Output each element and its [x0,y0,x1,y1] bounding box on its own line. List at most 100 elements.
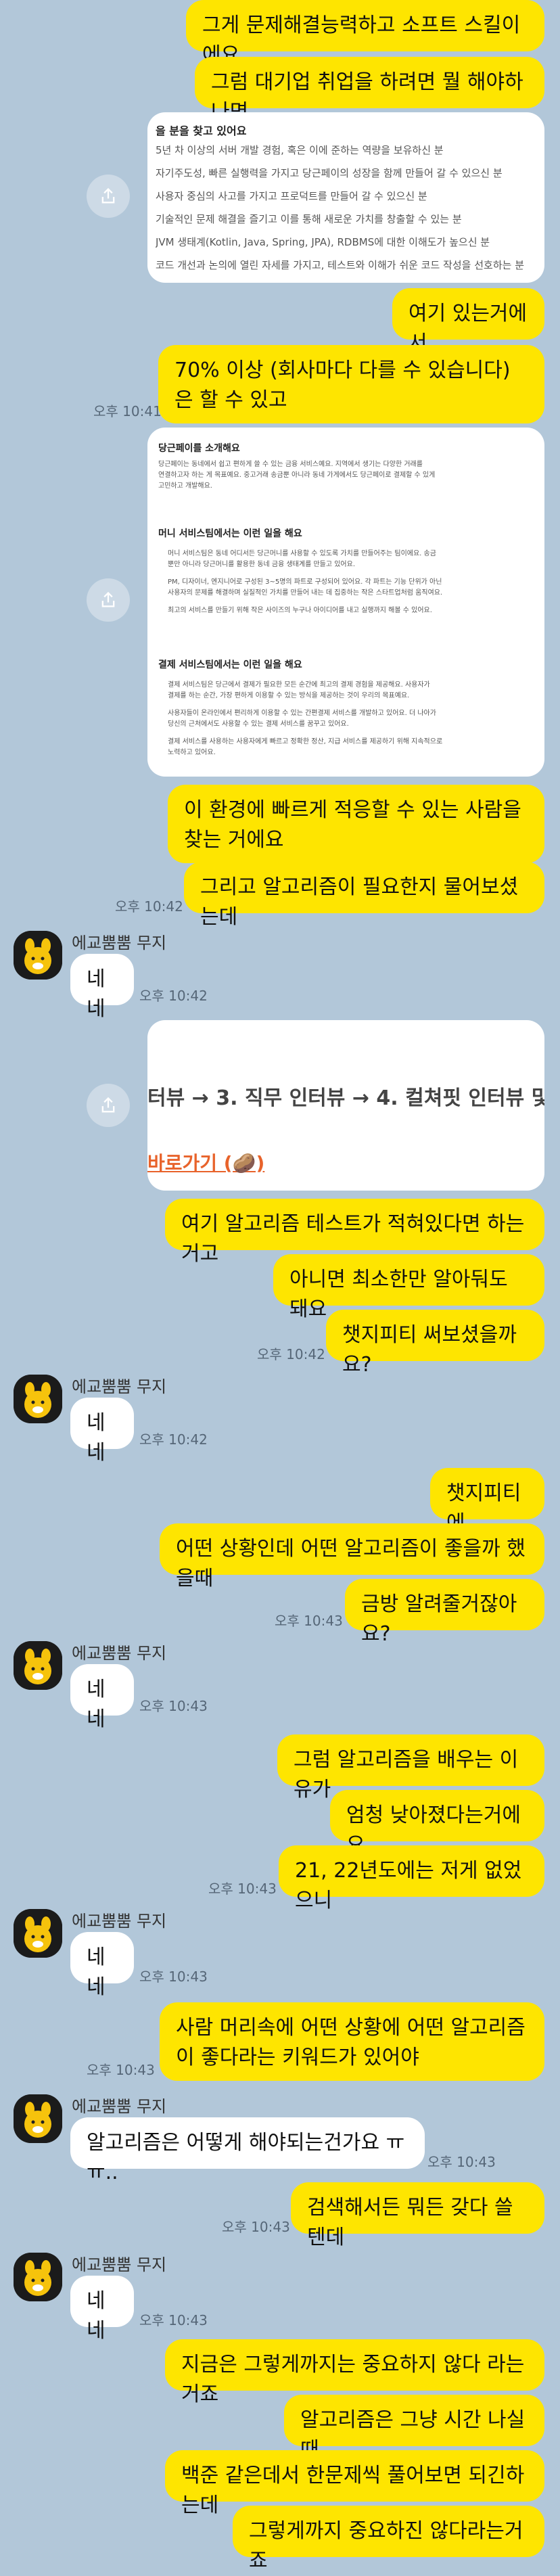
message-text: 네네 [87,967,106,1021]
muzi-avatar[interactable] [14,931,62,980]
timestamp: 오후 10:43 [427,2154,496,2170]
muzi-avatar-icon [14,931,62,980]
timestamp: 오후 10:42 [139,1431,208,1448]
message-text: 그리고 알고리즘이 필요한지 물어보셨는데 [200,875,519,929]
link-preview-card[interactable]: 당근페이를 소개해요 당근페이는 동네에서 쉽고 편하게 쓸 수 있는 금융 서… [147,428,544,777]
timestamp: 오후 10:43 [139,1969,208,1985]
message-bubble-mine[interactable]: 챗지피티 써보셨을까요? [326,1310,544,1377]
timestamp: 오후 10:43 [208,1881,277,1897]
message-bubble-mine[interactable]: 검색해서든 뭐든 갖다 쓸텐데 [291,2182,544,2249]
message-bubble-mine[interactable]: 지금은 그렇게까지는 중요하지 않다 라는거죠 [165,2339,544,2406]
muzi-avatar[interactable] [14,1909,62,1958]
message-text: 금방 알려줄거잖아요? [361,1592,517,1646]
card-line: 결제 서비스를 사용하는 사용자에게 빠르고 정확한 정산, 지급 서비스를 제… [168,738,443,745]
card-line: 5년 차 이상의 서버 개발 경험, 혹은 이에 준하는 역량을 보유하신 분 [156,144,444,156]
link-preview-card[interactable]: 을 분을 찾고 있어요 5년 차 이상의 서버 개발 경험, 혹은 이에 준하는… [147,112,544,283]
share-icon [101,1097,115,1113]
muzi-avatar-icon [14,2094,62,2143]
message-bubble-mine[interactable]: 엄청 낮아졌다는거에요 [330,1790,544,1857]
card-title: 당근페이를 소개해요 [158,443,240,454]
message-bubble-mine[interactable]: 21, 22년도에는 저게 없었으니 [279,1845,544,1912]
share-button[interactable] [87,1084,130,1127]
message-text: 21, 22년도에는 저게 없었으니 [295,1859,522,1912]
link-preview-card[interactable]: 터뷰 → 3. 직무 인터뷰 → 4. 컬쳐핏 인터뷰 및 레퍼 바로가기 (🥔… [147,1020,544,1191]
message-text: 알고리즘은 어떻게 해야되는건가요 ㅠㅠ.. [87,2131,405,2184]
message-bubble-mine[interactable]: 백준 같은데서 한문제씩 풀어보면 되긴하는데 [165,2450,544,2517]
share-icon [101,187,115,204]
timestamp: 오후 10:41 [93,403,162,419]
apply-link[interactable]: 바로가기 (🥔) [147,1149,264,1176]
message-bubble-mine[interactable]: 어떤 상황인데 어떤 알고리즘이 좋을까 했을때 [160,1523,544,1590]
card-line: JVM 생태계(Kotlin, Java, Spring, JPA), RDBM… [156,236,490,248]
timestamp: 오후 10:43 [222,2219,290,2235]
sender-name: 에교뿜뿜 무지 [72,2097,167,2116]
message-text: 70% 이상 (회사마다 다를 수 있습니다)은 할 수 있고 [174,359,511,412]
muzi-avatar[interactable] [14,2094,62,2143]
muzi-avatar-icon [14,1909,62,1958]
message-bubble-mine[interactable]: 그렇게까지 중요하진 않다라는거죠 [233,2506,544,2573]
message-bubble-mine[interactable]: 금방 알려줄거잖아요? [345,1579,544,1646]
message-text: 검색해서든 뭐든 갖다 쓸텐데 [307,2196,513,2249]
sender-name: 에교뿜뿜 무지 [72,2255,167,2274]
muzi-avatar[interactable] [14,2253,62,2301]
message-bubble-mine[interactable]: 사람 머리속에 어떤 상황에 어떤 알고리즘이 좋다라는 키워드가 있어야 [160,2002,544,2081]
sender-name: 에교뿜뿜 무지 [72,934,167,952]
card-line: 당신의 근처에서도 사용할 수 있는 결제 서비스를 꿈꾸고 있어요. [168,720,349,728]
card-section-title: 머니 서비스팀에서는 이런 일을 해요 [158,528,302,539]
message-bubble-theirs[interactable]: 네네 [70,2276,134,2343]
message-bubble-mine[interactable]: 알고리즘은 그냥 시간 나실 때 [284,2395,544,2462]
card-line: 뿐만 아니라 당근머니를 활용한 동네 금융 생태계를 만들고 있어요. [168,561,356,568]
message-bubble-mine[interactable]: 그게 문제해결능력하고 소프트 스킬이에요 [186,0,544,67]
message-bubble-mine[interactable]: 여기 알고리즘 테스트가 적혀있다면 하는거고 [165,1199,544,1266]
message-bubble-mine[interactable]: 그럼 대기업 취업을 하려면 뭘 해야하나면 [195,57,544,124]
card-line: 기술적인 문제 해결을 즐기고 이를 통해 새로운 가치를 창출할 수 있는 분 [156,213,462,225]
card-line: 노력하고 있어요. [168,749,216,756]
card-line: 최고의 서비스를 만들기 위해 작은 사이즈의 누구나 아이디어를 내고 실행까… [168,607,432,614]
message-text: 챗지피티 써보셨을까요? [342,1323,517,1377]
message-bubble-mine[interactable]: 여기 있는거에서 [392,288,544,355]
message-text: 네네 [87,1678,106,1731]
share-icon [101,591,115,607]
sender-name: 에교뿜뿜 무지 [72,1912,167,1931]
message-text: 네네 [87,2289,106,2343]
card-section-title: 결제 서비스팀에서는 이런 일을 해요 [158,660,302,670]
share-button[interactable] [87,578,130,622]
message-bubble-mine[interactable]: 그리고 알고리즘이 필요한지 물어보셨는데 [184,862,544,929]
sender-name: 에교뿜뿜 무지 [72,1377,167,1396]
message-text: 그렇게까지 중요하진 않다라는거죠 [249,2519,523,2573]
timestamp: 오후 10:43 [275,1613,343,1629]
message-text: 네네 [87,1411,106,1465]
message-bubble-theirs[interactable]: 네네 [70,1664,134,1731]
message-bubble-mine[interactable]: 70% 이상 (회사마다 다를 수 있습니다)은 할 수 있고 [158,345,544,423]
muzi-avatar-icon [14,1375,62,1423]
card-line: 결제 서비스팀은 당근에서 결제가 필요한 모든 순간에 최고의 결제 경험을 … [168,681,430,689]
message-bubble-mine[interactable]: 그럼 알고리즘을 배우는 이유가 [277,1734,544,1801]
timestamp: 오후 10:42 [115,898,183,915]
muzi-avatar[interactable] [14,1375,62,1423]
card-line: 사용자들이 온라인에서 편리하게 이용할 수 있는 간편결제 서비스를 개발하고… [168,710,436,717]
card-line: 자기주도성, 빠른 실행력을 가지고 당근페이의 성장을 함께 만들어 갈 수 … [156,167,503,179]
timestamp: 오후 10:43 [139,1698,208,1714]
share-button[interactable] [87,175,130,218]
message-bubble-theirs[interactable]: 네네 [70,1932,134,1999]
card-line: 사용자 중심의 사고를 가지고 프로덕트를 만들어 갈 수 있으신 분 [156,190,427,202]
card-line: 머니 서비스팀은 동네 어디서든 당근머니를 사용할 수 있도록 가치를 만들어… [168,550,436,557]
timestamp: 오후 10:42 [139,988,208,1004]
message-text: 사람 머리속에 어떤 상황에 어떤 알고리즘이 좋다라는 키워드가 있어야 [176,2016,526,2069]
card-line: 코드 개선과 논의에 열린 자세를 가지고, 테스트와 이해가 쉬운 코드 작성… [156,259,524,271]
message-bubble-mine[interactable]: 챗지피티에 [430,1468,544,1535]
timestamp: 오후 10:43 [139,2312,208,2328]
message-bubble-theirs[interactable]: 알고리즘은 어떻게 해야되는건가요 ㅠㅠ.. [70,2117,425,2184]
message-bubble-mine[interactable]: 이 환경에 빠르게 적응할 수 있는 사람을 찾는 거에요 [168,785,544,863]
card-line: 결제를 하는 순간, 가장 편하게 이용할 수 있는 방식을 제공하는 것이 우… [168,692,410,699]
message-bubble-theirs[interactable]: 네네 [70,1398,134,1465]
message-bubble-theirs[interactable]: 네네 [70,954,134,1021]
card-line: 당근페이는 동네에서 쉽고 편하게 쓸 수 있는 금융 서비스예요. 지역에서 … [158,461,423,468]
message-text: 이 환경에 빠르게 적응할 수 있는 사람을 찾는 거에요 [184,798,528,852]
muzi-avatar[interactable] [14,1641,62,1690]
sender-name: 에교뿜뿜 무지 [72,1644,167,1663]
timestamp: 오후 10:43 [87,2062,155,2078]
card-steps: 터뷰 → 3. 직무 인터뷰 → 4. 컬쳐핏 인터뷰 및 레퍼 [147,1086,544,1110]
muzi-avatar-icon [14,2253,62,2301]
message-bubble-mine[interactable]: 아니면 최소한만 알아둬도 돼요 [273,1254,544,1321]
